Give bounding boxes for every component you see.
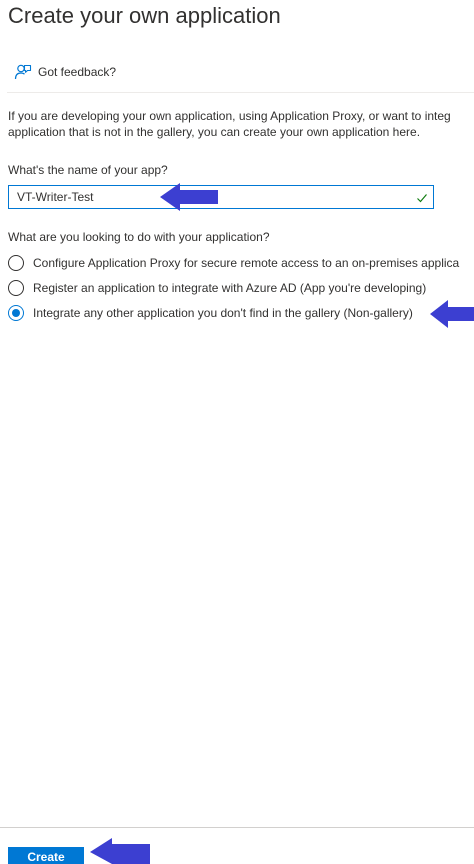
app-name-label: What's the name of your app?: [8, 163, 168, 177]
checkmark-icon: [416, 191, 428, 203]
option-label: Configure Application Proxy for secure r…: [33, 256, 460, 270]
option-configure-app-proxy[interactable]: Configure Application Proxy for secure r…: [8, 253, 459, 273]
radio-button[interactable]: [8, 280, 24, 296]
description-line: If you are developing your own applicati…: [8, 109, 451, 123]
create-button[interactable]: Create: [8, 847, 84, 864]
app-name-field: [8, 185, 434, 209]
app-name-input[interactable]: [9, 186, 433, 208]
annotation-arrow-icon: [430, 300, 474, 328]
description-line: application that is not in the gallery, …: [8, 125, 421, 139]
option-non-gallery[interactable]: Integrate any other application you don'…: [8, 303, 413, 323]
purpose-question: What are you looking to do with your app…: [8, 230, 270, 244]
radio-button-selected[interactable]: [8, 305, 24, 321]
footer-divider: [0, 827, 474, 828]
header-divider: [7, 92, 474, 93]
option-label: Integrate any other application you don'…: [33, 306, 413, 320]
option-register-app[interactable]: Register an application to integrate wit…: [8, 278, 426, 298]
person-feedback-icon: [14, 63, 32, 81]
page-title: Create your own application: [8, 3, 281, 28]
annotation-arrow-icon: [90, 838, 150, 864]
option-label: Register an application to integrate wit…: [33, 281, 427, 295]
annotation-arrow-icon: [160, 183, 218, 211]
feedback-label: Got feedback?: [38, 65, 117, 79]
feedback-link[interactable]: Got feedback?: [14, 62, 116, 82]
description-text: If you are developing your own applicati…: [8, 108, 474, 140]
create-app-panel: Create your own application Got feedback…: [0, 0, 474, 864]
radio-button[interactable]: [8, 255, 24, 271]
